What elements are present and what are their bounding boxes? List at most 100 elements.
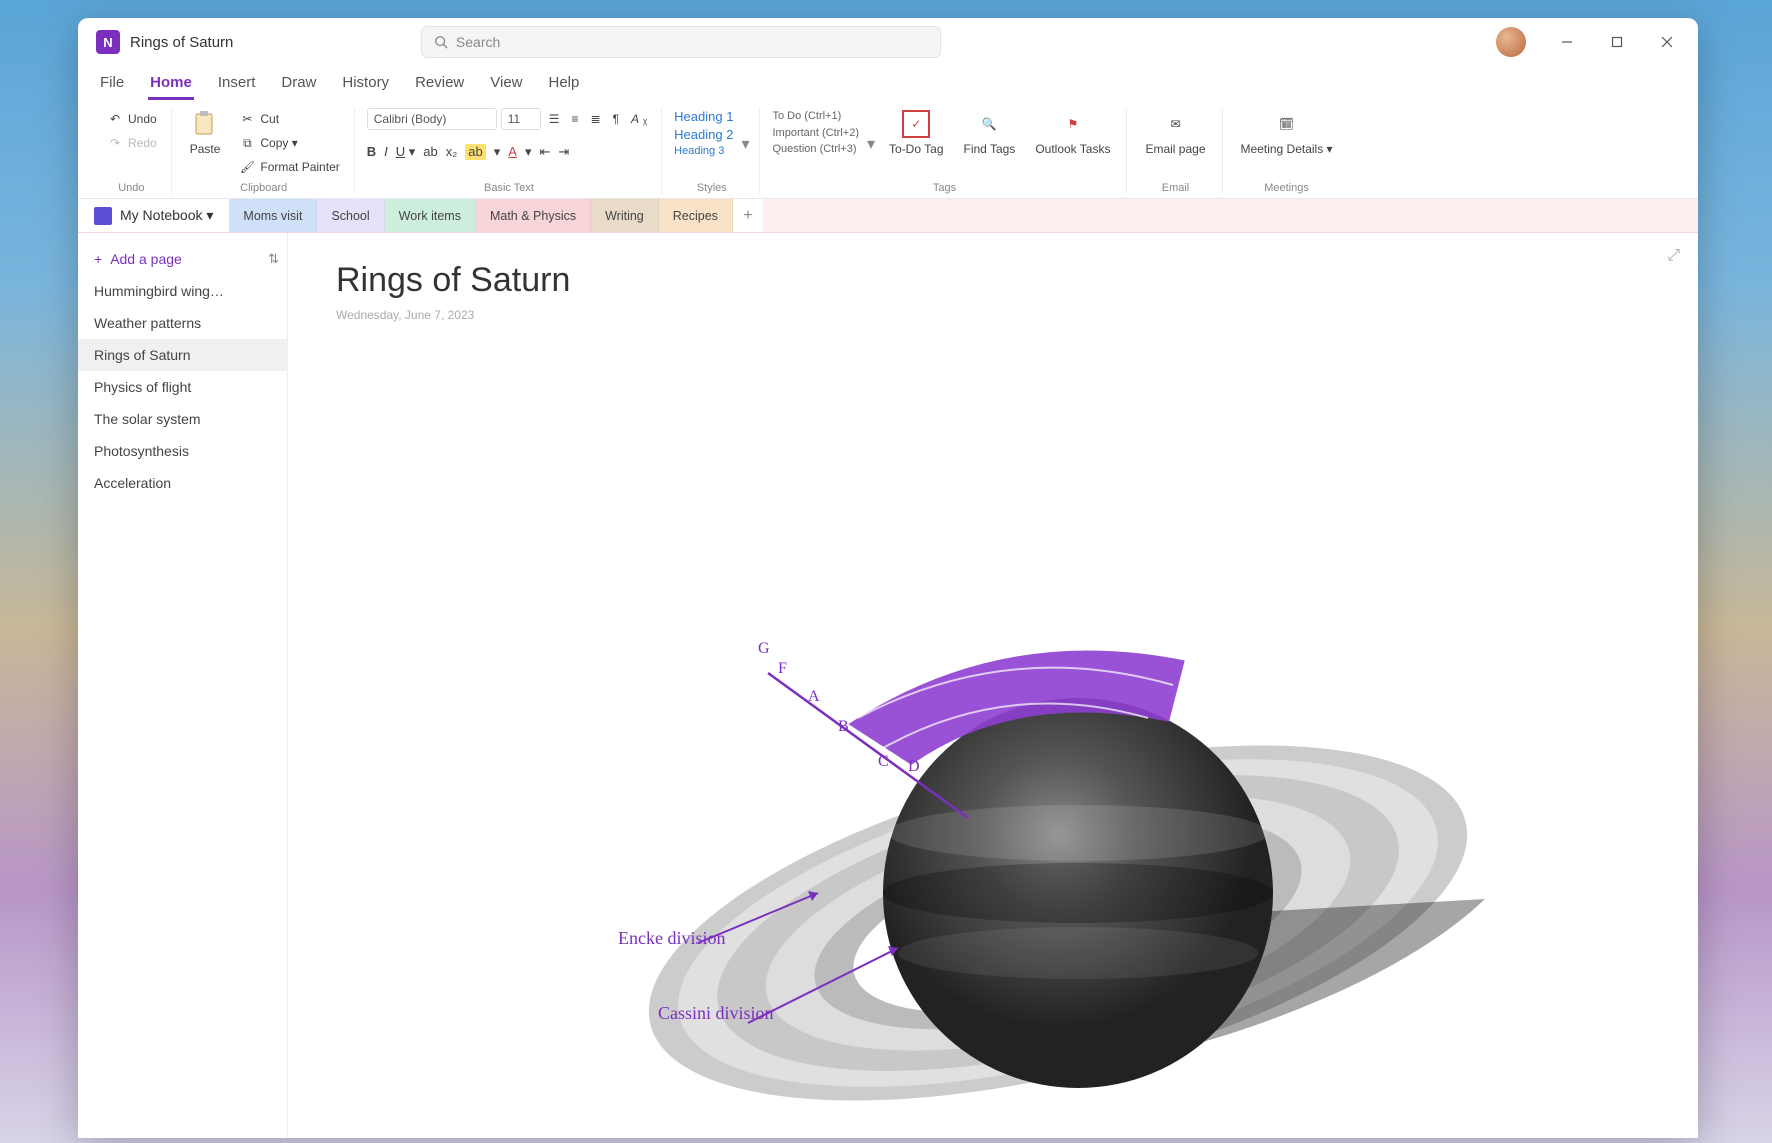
paste-icon bbox=[191, 110, 219, 138]
ribbon-group-basictext: Calibri (Body) 11 ☰ ≡ ≣ ¶ Aᵪ B I U ▾ ab … bbox=[357, 108, 662, 194]
indent-right-button[interactable]: ⇥ bbox=[558, 144, 569, 160]
app-icon: N bbox=[96, 30, 120, 54]
maximize-button[interactable] bbox=[1594, 22, 1640, 62]
page-sort-icon[interactable]: ⇅ bbox=[268, 251, 279, 267]
underline-button[interactable]: U ▾ bbox=[396, 144, 416, 160]
page-date: Wednesday, June 7, 2023 bbox=[336, 308, 1650, 322]
font-name-select[interactable]: Calibri (Body) bbox=[367, 108, 497, 130]
cut-icon: ✂ bbox=[238, 110, 256, 128]
meeting-icon: 🗓 bbox=[1273, 110, 1301, 138]
paste-button[interactable]: Paste bbox=[184, 108, 227, 158]
window-title: Rings of Saturn bbox=[130, 34, 233, 51]
search-input[interactable]: Search bbox=[421, 26, 941, 58]
section-tab-5[interactable]: Recipes bbox=[659, 199, 733, 232]
paragraph-button[interactable]: ¶ bbox=[609, 108, 623, 130]
section-tab-3[interactable]: Math & Physics bbox=[476, 199, 591, 232]
ribbon: ↶Undo ↷Redo Undo Paste ✂Cut ⧉Copy ▾ 🖌For… bbox=[78, 100, 1698, 199]
highlight-button[interactable]: ab bbox=[465, 144, 485, 160]
clear-format-button[interactable]: Aᵪ bbox=[627, 108, 651, 130]
tab-home[interactable]: Home bbox=[148, 68, 194, 100]
group-label-meetings: Meetings bbox=[1264, 182, 1309, 194]
brush-icon: 🖌 bbox=[238, 158, 256, 176]
email-page-button[interactable]: ✉Email page bbox=[1139, 108, 1211, 158]
tag-question[interactable]: Question (Ctrl+3) bbox=[772, 141, 859, 158]
ribbon-group-tags: To Do (Ctrl+1) Important (Ctrl+2) Questi… bbox=[762, 108, 1127, 194]
tab-file[interactable]: File bbox=[98, 68, 126, 100]
tab-insert[interactable]: Insert bbox=[216, 68, 258, 100]
page-item-2[interactable]: Rings of Saturn bbox=[78, 339, 287, 371]
strike-button[interactable]: ab bbox=[423, 144, 437, 160]
bullets-button[interactable]: ☰ bbox=[545, 108, 564, 130]
page-item-4[interactable]: The solar system bbox=[78, 403, 287, 435]
styles-more-icon[interactable]: ▾ bbox=[741, 134, 749, 154]
tab-history[interactable]: History bbox=[340, 68, 391, 100]
section-tab-0[interactable]: Moms visit bbox=[229, 199, 317, 232]
indent-left-button[interactable]: ⇤ bbox=[540, 144, 551, 160]
undo-button[interactable]: ↶Undo bbox=[102, 108, 161, 130]
page-item-0[interactable]: Hummingbird wing… bbox=[78, 275, 287, 307]
find-tags-button[interactable]: 🔍Find Tags bbox=[958, 108, 1022, 158]
tags-more-icon[interactable]: ▾ bbox=[867, 134, 875, 154]
page-item-1[interactable]: Weather patterns bbox=[78, 307, 287, 339]
redo-button[interactable]: ↷Redo bbox=[102, 132, 161, 154]
tag-important[interactable]: Important (Ctrl+2) bbox=[772, 125, 859, 142]
group-label-tags: Tags bbox=[933, 182, 956, 194]
section-tab-4[interactable]: Writing bbox=[591, 199, 659, 232]
minimize-button[interactable] bbox=[1544, 22, 1590, 62]
style-heading3[interactable]: Heading 3 bbox=[674, 144, 733, 159]
page-item-3[interactable]: Physics of flight bbox=[78, 371, 287, 403]
tab-draw[interactable]: Draw bbox=[279, 68, 318, 100]
add-section-button[interactable]: + bbox=[733, 199, 763, 232]
ring-label-g: G bbox=[758, 640, 770, 658]
notebook-selector[interactable]: My Notebook ▾ bbox=[78, 199, 229, 232]
align-button[interactable]: ≣ bbox=[587, 108, 605, 130]
bold-button[interactable]: B bbox=[367, 144, 376, 160]
flag-icon: ⚑ bbox=[1059, 110, 1087, 138]
section-tab-1[interactable]: School bbox=[317, 199, 384, 232]
tag-todo[interactable]: To Do (Ctrl+1) bbox=[772, 108, 859, 125]
font-color-button[interactable]: A bbox=[508, 144, 517, 160]
search-icon bbox=[434, 35, 448, 49]
checkbox-icon: ✓ bbox=[902, 110, 930, 138]
tab-view[interactable]: View bbox=[488, 68, 524, 100]
section-tab-2[interactable]: Work items bbox=[385, 199, 476, 232]
page-canvas[interactable]: ⤢ Rings of Saturn Wednesday, June 7, 202… bbox=[288, 233, 1698, 1138]
avatar[interactable] bbox=[1496, 27, 1526, 57]
tab-help[interactable]: Help bbox=[547, 68, 582, 100]
meeting-details-button[interactable]: 🗓Meeting Details ▾ bbox=[1235, 108, 1339, 158]
undo-icon: ↶ bbox=[106, 110, 124, 128]
style-heading1[interactable]: Heading 1 bbox=[674, 108, 733, 126]
style-heading2[interactable]: Heading 2 bbox=[674, 126, 733, 144]
group-label-clipboard: Clipboard bbox=[240, 182, 287, 194]
copy-icon: ⧉ bbox=[238, 134, 256, 152]
outlook-tasks-button[interactable]: ⚑Outlook Tasks bbox=[1029, 108, 1116, 158]
page-item-6[interactable]: Acceleration bbox=[78, 467, 287, 499]
todo-tag-button[interactable]: ✓To-Do Tag bbox=[883, 108, 949, 158]
group-label-undo: Undo bbox=[118, 182, 144, 194]
email-icon: ✉ bbox=[1161, 110, 1189, 138]
notebook-bar: My Notebook ▾ Moms visitSchoolWork items… bbox=[78, 199, 1698, 233]
copy-button[interactable]: ⧉Copy ▾ bbox=[234, 132, 343, 154]
format-painter-button[interactable]: 🖌Format Painter bbox=[234, 156, 343, 178]
annotation-encke: Encke division bbox=[618, 928, 725, 949]
ribbon-group-email: ✉Email page Email bbox=[1129, 108, 1222, 194]
ring-label-b: B bbox=[838, 718, 849, 736]
search-placeholder: Search bbox=[456, 34, 500, 50]
cut-button[interactable]: ✂Cut bbox=[234, 108, 343, 130]
numbering-button[interactable]: ≡ bbox=[568, 108, 583, 130]
titlebar: N Rings of Saturn Search bbox=[78, 18, 1698, 66]
page-item-5[interactable]: Photosynthesis bbox=[78, 435, 287, 467]
saturn-illustration bbox=[608, 593, 1508, 1138]
add-page-button[interactable]: +Add a page bbox=[78, 243, 198, 275]
font-size-select[interactable]: 11 bbox=[501, 108, 541, 130]
tag-gallery[interactable]: To Do (Ctrl+1) Important (Ctrl+2) Questi… bbox=[772, 108, 859, 158]
fullscreen-icon[interactable]: ⤢ bbox=[1667, 247, 1680, 265]
notebook-icon bbox=[94, 207, 112, 225]
subscript-button[interactable]: x₂ bbox=[446, 144, 458, 160]
close-button[interactable] bbox=[1644, 22, 1690, 62]
content-area: +Add a page ⇅ Hummingbird wing…Weather p… bbox=[78, 233, 1698, 1138]
styles-gallery[interactable]: Heading 1 Heading 2 Heading 3 bbox=[674, 108, 733, 160]
page-title[interactable]: Rings of Saturn bbox=[336, 261, 1650, 300]
tab-review[interactable]: Review bbox=[413, 68, 466, 100]
italic-button[interactable]: I bbox=[384, 144, 388, 160]
